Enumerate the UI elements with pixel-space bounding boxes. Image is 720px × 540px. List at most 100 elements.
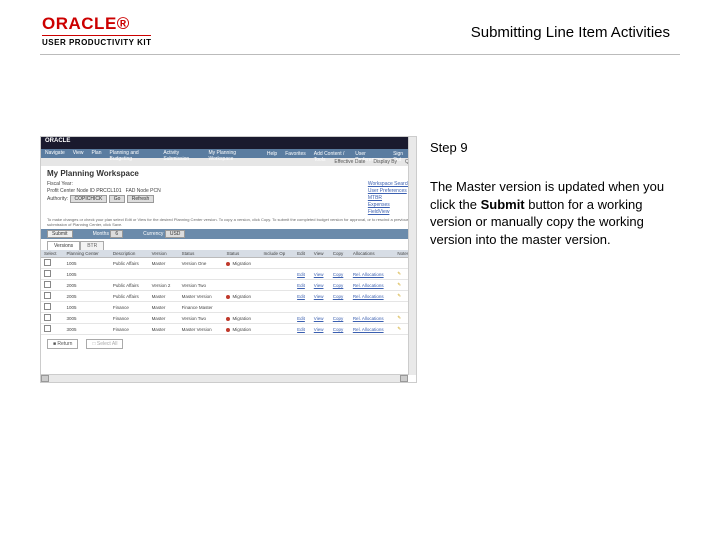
view-link[interactable]: View xyxy=(314,294,324,299)
app-screenshot: ORACLE Navigate View Plan Planning and B… xyxy=(40,136,417,383)
lbl-pcnode: Profit Center Node ID xyxy=(47,188,95,194)
menu-planning-budgeting[interactable]: Planning and Budgeting xyxy=(106,149,160,158)
alloc-link[interactable]: Rel. Allocations xyxy=(353,272,384,277)
edit-link[interactable]: Edit xyxy=(297,316,305,321)
lbl-fiscal-year: Fiscal Year: xyxy=(47,181,73,187)
brand-text: ORACLE® xyxy=(42,14,151,34)
subnav-display-by[interactable]: Display By xyxy=(373,159,397,165)
view-link[interactable]: View xyxy=(314,283,324,288)
currency-select[interactable]: USD xyxy=(165,230,186,238)
row-checkbox[interactable] xyxy=(44,292,51,299)
row-checkbox[interactable] xyxy=(44,325,51,332)
step-label: Step 9 xyxy=(430,140,468,155)
alloc-link[interactable]: Rel. Allocations xyxy=(353,327,384,332)
tab-btr[interactable]: BTR xyxy=(80,241,104,250)
notes-icon[interactable]: ✎ xyxy=(397,282,401,287)
selectall-button[interactable]: □ Select All xyxy=(86,339,123,349)
tab-row: Versions BTR xyxy=(41,239,416,250)
app-menubar: Navigate View Plan Planning and Budgetin… xyxy=(41,149,416,158)
edit-link[interactable]: Edit xyxy=(297,272,305,277)
table-row: 2005Public AffairsMasterMaster VersionMi… xyxy=(41,291,416,302)
authority-select[interactable]: COPICHICK xyxy=(70,195,108,203)
filter-form: Fiscal Year: Profit Center Node ID PRCCL… xyxy=(41,181,416,215)
view-link[interactable]: View xyxy=(314,327,324,332)
col-status: Status xyxy=(179,250,224,258)
tab-versions[interactable]: Versions xyxy=(47,241,80,250)
val-pcnode: PRCCL101 xyxy=(96,188,121,194)
link-mtbr[interactable]: MTBR xyxy=(368,195,410,201)
table-row: 1005EditViewCopyRel. Allocations✎ xyxy=(41,269,416,280)
v-scrollbar[interactable] xyxy=(408,137,416,375)
menu-activity-submission[interactable]: Activity Submission xyxy=(159,149,204,158)
notes-icon[interactable]: ✎ xyxy=(397,326,401,331)
copy-link[interactable]: Copy xyxy=(333,294,344,299)
menu-view[interactable]: View xyxy=(69,149,88,158)
link-fieldview[interactable]: FieldView xyxy=(368,209,410,215)
copy-link[interactable]: Copy xyxy=(333,316,344,321)
col-version: Version xyxy=(149,250,179,258)
table-row: 3005FinanceMasterVersion TwoMigrationEdi… xyxy=(41,313,416,324)
menu-plan[interactable]: Plan xyxy=(87,149,105,158)
alloc-link[interactable]: Rel. Allocations xyxy=(353,316,384,321)
col-status2: Status xyxy=(223,250,260,258)
divider xyxy=(40,54,680,55)
product-line: USER PRODUCTIVITY KIT xyxy=(42,35,151,47)
hint-text: To make changes or check your plan selec… xyxy=(41,215,416,229)
link-expenses[interactable]: Expenses xyxy=(368,202,410,208)
menu-help[interactable]: Help xyxy=(263,150,281,157)
alloc-link[interactable]: Rel. Allocations xyxy=(353,294,384,299)
edit-link[interactable]: Edit xyxy=(297,294,305,299)
col-alloc: Allocations xyxy=(350,250,395,258)
row-checkbox[interactable] xyxy=(44,303,51,310)
view-link[interactable]: View xyxy=(314,316,324,321)
table-row: 1005FinanceMasterFinance Master xyxy=(41,302,416,313)
h-scrollbar[interactable] xyxy=(41,374,408,382)
subnav-eff-date[interactable]: Effective Date xyxy=(334,159,365,165)
edit-link[interactable]: Edit xyxy=(297,283,305,288)
menu-my-planning[interactable]: My Planning Workspace xyxy=(204,149,258,158)
col-edit: Edit xyxy=(294,250,311,258)
submit-button[interactable]: Submit xyxy=(47,230,73,238)
view-link[interactable]: View xyxy=(314,272,324,277)
step-body-bold: Submit xyxy=(481,197,525,212)
menu-favorites[interactable]: Favorites xyxy=(281,150,310,157)
link-user-prefs[interactable]: User Preferences xyxy=(368,188,410,194)
menu-user-prefs[interactable]: User Preferences xyxy=(351,150,389,157)
notes-icon[interactable]: ✎ xyxy=(397,315,401,320)
row-checkbox[interactable] xyxy=(44,314,51,321)
table-header-row: Select Planning Center Description Versi… xyxy=(41,250,416,258)
col-select: Select xyxy=(41,250,63,258)
table-row: 1005Public AffairsMasterVersion OneMigra… xyxy=(41,258,416,269)
copy-link[interactable]: Copy xyxy=(333,272,344,277)
notes-icon[interactable]: ✎ xyxy=(397,271,401,276)
table-row: 2005Public AffairsVersion 2Version TwoEd… xyxy=(41,280,416,291)
col-view: View xyxy=(311,250,330,258)
copy-link[interactable]: Copy xyxy=(333,327,344,332)
row-checkbox[interactable] xyxy=(44,270,51,277)
return-button[interactable]: ■ Return xyxy=(47,339,78,349)
go-button[interactable]: Go xyxy=(109,195,126,203)
lbl-currency: Currency xyxy=(143,231,163,237)
copy-link[interactable]: Copy xyxy=(333,283,344,288)
table-row: 3005FinanceMasterMaster VersionMigration… xyxy=(41,324,416,335)
workspace-title: My Planning Workspace xyxy=(41,166,416,181)
row-checkbox[interactable] xyxy=(44,259,51,266)
notes-icon[interactable]: ✎ xyxy=(397,293,401,298)
status-dot-icon xyxy=(226,317,230,321)
col-include: Include Op xyxy=(260,250,294,258)
app-titlebar: ORACLE xyxy=(41,137,416,149)
link-workspace-search[interactable]: Workspace Search xyxy=(368,181,410,187)
edit-link[interactable]: Edit xyxy=(297,327,305,332)
page-title: Submitting Line Item Activities xyxy=(471,24,670,41)
brand-logo: ORACLE® USER PRODUCTIVITY KIT xyxy=(42,14,151,47)
versions-table: Select Planning Center Description Versi… xyxy=(41,250,416,335)
menu-add-content[interactable]: Add Content / Tools xyxy=(310,150,351,157)
row-checkbox[interactable] xyxy=(44,281,51,288)
status-dot-icon xyxy=(226,328,230,332)
menu-navigate[interactable]: Navigate xyxy=(41,149,69,158)
alloc-link[interactable]: Rel. Allocations xyxy=(353,283,384,288)
refresh-button[interactable]: Refresh xyxy=(127,195,155,203)
col-desc: Description xyxy=(110,250,149,258)
lbl-authority: Authority: xyxy=(47,196,68,202)
months-select[interactable]: 6 xyxy=(110,230,123,238)
